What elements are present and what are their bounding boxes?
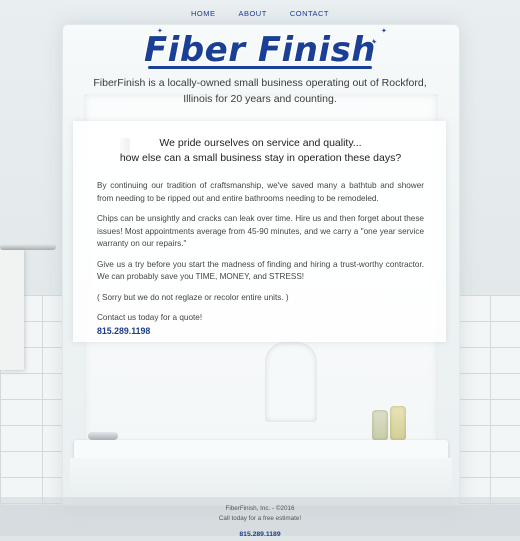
contact-text: Contact us today for a quote! <box>97 313 203 322</box>
card-heading-line-2: how else can a small business stay in op… <box>119 151 402 164</box>
paragraph-try-us: Give us a try before you start the madne… <box>97 259 424 282</box>
card-heading-line-1: We pride ourselves on service and qualit… <box>159 137 362 149</box>
footer-phone-link[interactable]: 815.289.1189 <box>239 530 280 540</box>
conditioner-bottle <box>390 406 406 440</box>
top-nav: HOME ABOUT CONTACT <box>0 9 520 18</box>
paragraph-disclaimer: ( Sorry but we do not reglaze or recolor… <box>97 292 289 302</box>
towel <box>0 250 24 370</box>
footer-cta: Call today for a free estimate! <box>218 514 302 522</box>
logo-text: Fiber Finish <box>143 30 377 70</box>
tagline: FiberFinish is a locally-owned small bus… <box>93 77 427 105</box>
tub-rim <box>74 440 448 460</box>
shampoo-bottle <box>372 410 388 440</box>
tub-faucet <box>88 432 118 440</box>
paragraph-craftsmanship: By continuing our tradition of craftsman… <box>97 181 424 203</box>
logo[interactable]: Fiber Finish <box>0 30 520 70</box>
paragraph-chips: Chips can be unsightly and cracks can le… <box>97 214 424 248</box>
soap-shelf <box>265 342 317 422</box>
nav-contact-link[interactable]: CONTACT <box>290 9 329 18</box>
nav-home-link[interactable]: HOME <box>191 9 216 18</box>
content-card: We pride ourselves on service and qualit… <box>73 121 446 342</box>
footer-copyright: FiberFinish, Inc. - ©2016 <box>225 505 295 512</box>
nav-about-link[interactable]: ABOUT <box>238 9 266 18</box>
footer: FiberFinish, Inc. - ©2016 Call today for… <box>0 497 520 538</box>
card-heading: We pride ourselves on service and qualit… <box>97 136 424 165</box>
phone-link[interactable]: 815.289.1198 <box>97 325 424 338</box>
